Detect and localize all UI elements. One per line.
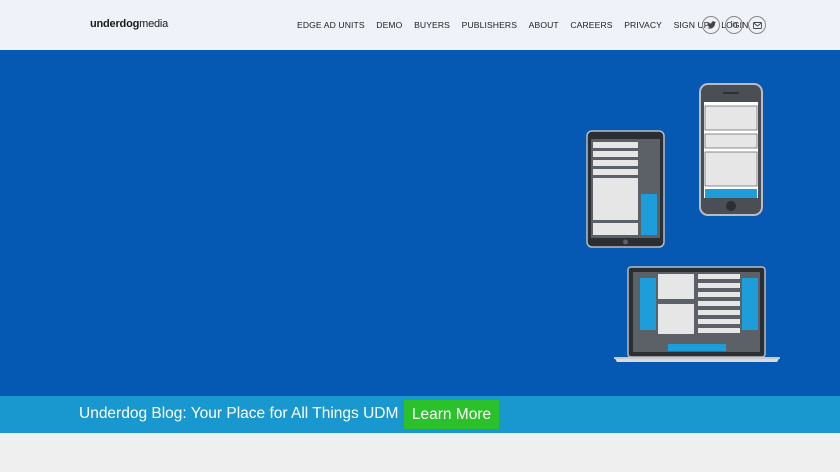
linkedin-button[interactable]: in	[725, 16, 743, 34]
twitter-icon	[706, 21, 716, 29]
banner-text: Underdog Blog: Your Place for All Things…	[79, 405, 399, 422]
linkedin-icon: in	[730, 20, 738, 29]
nav-item-about[interactable]: ABOUT	[529, 20, 559, 30]
tablet-illustration	[586, 130, 665, 248]
devices-illustration	[586, 83, 780, 362]
nav-item-demo[interactable]: DEMO	[376, 20, 402, 30]
top-navigation-bar: underdogmedia EDGE AD UNITS DEMO BUYERS …	[0, 0, 840, 50]
main-nav: EDGE AD UNITS DEMO BUYERS PUBLISHERS ABO…	[297, 20, 760, 30]
hero-section	[0, 50, 840, 396]
learn-more-button[interactable]: Learn More	[404, 400, 499, 429]
logo[interactable]: underdogmedia	[90, 18, 168, 30]
page-content-area	[0, 433, 840, 472]
twitter-button[interactable]	[702, 16, 720, 34]
nav-item-buyers[interactable]: BUYERS	[414, 20, 450, 30]
nav-item-privacy[interactable]: PRIVACY	[624, 20, 662, 30]
mail-button[interactable]	[748, 16, 766, 34]
social-links: in	[702, 16, 771, 34]
mail-icon	[752, 21, 762, 29]
phone-illustration	[699, 83, 763, 216]
blog-banner: Underdog Blog: Your Place for All Things…	[0, 396, 840, 433]
logo-bold-text: underdog	[90, 18, 140, 30]
logo-light-text: media	[139, 18, 169, 30]
nav-item-careers[interactable]: CAREERS	[570, 20, 612, 30]
laptop-illustration	[614, 266, 780, 362]
nav-item-edge-ad-units[interactable]: EDGE AD UNITS	[297, 20, 365, 30]
nav-item-publishers[interactable]: PUBLISHERS	[462, 20, 517, 30]
